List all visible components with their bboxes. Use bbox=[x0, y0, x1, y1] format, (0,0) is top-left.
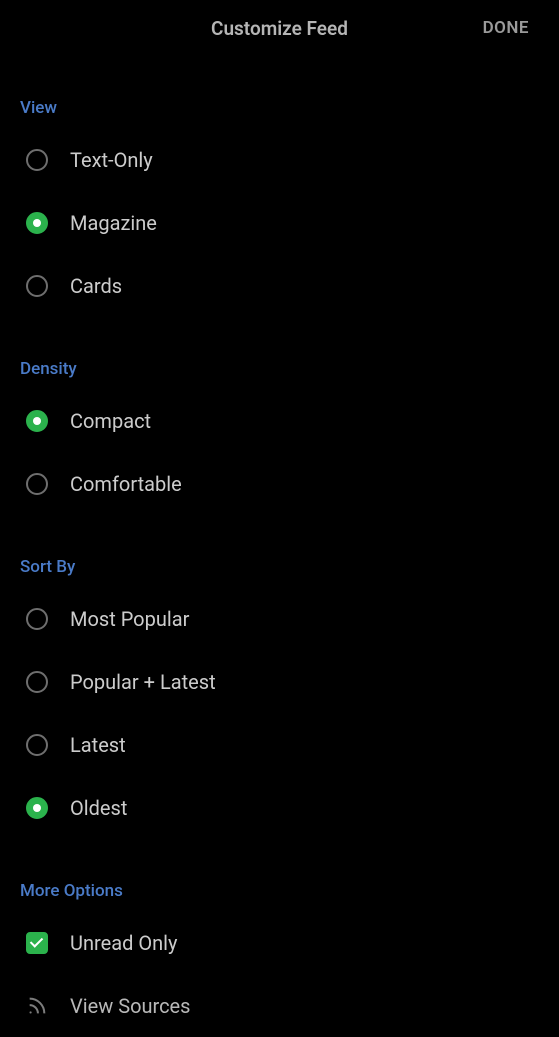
section-title-view: View bbox=[20, 98, 539, 118]
section-sort-by: Sort By Most Popular Popular + Latest La… bbox=[20, 557, 539, 839]
option-label: Latest bbox=[70, 733, 126, 757]
option-label: Cards bbox=[70, 274, 122, 298]
option-latest[interactable]: Latest bbox=[20, 713, 539, 776]
option-label: Text-Only bbox=[70, 148, 153, 172]
content: View Text-Only Magazine Cards Density Co… bbox=[0, 98, 559, 1037]
option-popular-latest[interactable]: Popular + Latest bbox=[20, 650, 539, 713]
option-compact[interactable]: Compact bbox=[20, 389, 539, 452]
radio-icon bbox=[26, 149, 48, 171]
option-comfortable[interactable]: Comfortable bbox=[20, 452, 539, 515]
radio-icon bbox=[26, 797, 48, 819]
option-label: Unread Only bbox=[70, 931, 177, 955]
option-label: Magazine bbox=[70, 211, 157, 235]
checkbox-icon bbox=[26, 932, 48, 954]
option-most-popular[interactable]: Most Popular bbox=[20, 587, 539, 650]
section-title-density: Density bbox=[20, 359, 539, 379]
option-text-only[interactable]: Text-Only bbox=[20, 128, 539, 191]
option-label: Compact bbox=[70, 409, 151, 433]
section-density: Density Compact Comfortable bbox=[20, 359, 539, 515]
rss-icon bbox=[26, 995, 48, 1017]
radio-icon bbox=[26, 212, 48, 234]
section-more-options: More Options Unread Only View Sources bbox=[20, 881, 539, 1037]
option-label: View Sources bbox=[70, 994, 191, 1018]
header: Customize Feed DONE bbox=[0, 0, 559, 56]
radio-icon bbox=[26, 734, 48, 756]
option-view-sources[interactable]: View Sources bbox=[20, 974, 539, 1037]
radio-icon bbox=[26, 275, 48, 297]
radio-icon bbox=[26, 671, 48, 693]
section-view: View Text-Only Magazine Cards bbox=[20, 98, 539, 317]
option-magazine[interactable]: Magazine bbox=[20, 191, 539, 254]
done-button[interactable]: DONE bbox=[483, 18, 529, 38]
option-label: Oldest bbox=[70, 796, 127, 820]
section-title-sort-by: Sort By bbox=[20, 557, 539, 577]
page-title: Customize Feed bbox=[211, 17, 348, 40]
radio-icon bbox=[26, 410, 48, 432]
section-title-more-options: More Options bbox=[20, 881, 539, 901]
option-label: Most Popular bbox=[70, 607, 189, 631]
option-unread-only[interactable]: Unread Only bbox=[20, 911, 539, 974]
option-label: Comfortable bbox=[70, 472, 182, 496]
radio-icon bbox=[26, 608, 48, 630]
option-label: Popular + Latest bbox=[70, 670, 216, 694]
option-oldest[interactable]: Oldest bbox=[20, 776, 539, 839]
radio-icon bbox=[26, 473, 48, 495]
option-cards[interactable]: Cards bbox=[20, 254, 539, 317]
